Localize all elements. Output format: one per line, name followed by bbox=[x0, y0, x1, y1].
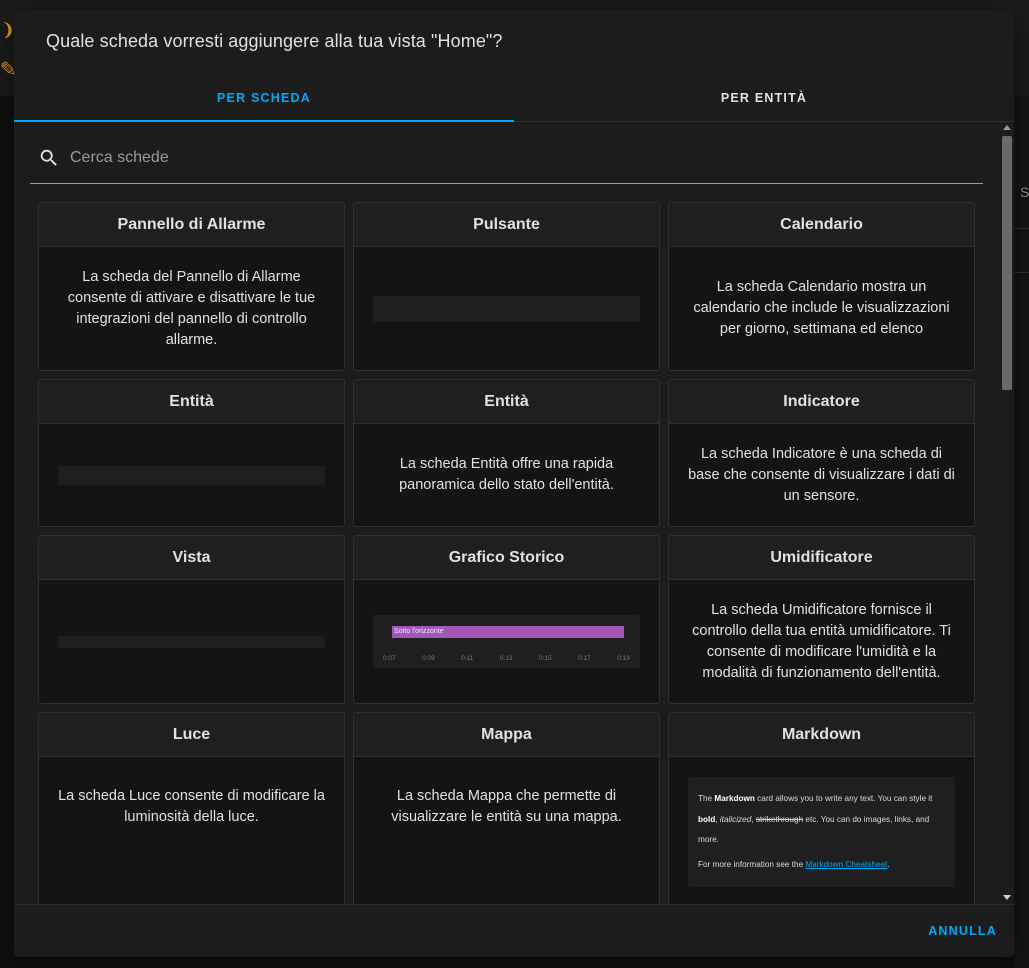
card-glance[interactable]: Vista bbox=[38, 535, 345, 704]
markdown-text: . bbox=[887, 859, 890, 869]
card-history-graph[interactable]: Grafico Storico Sotto l'orizzonte 0:07 0… bbox=[353, 535, 660, 704]
preview-placeholder bbox=[58, 635, 325, 648]
card-title: Entità bbox=[354, 380, 659, 424]
card-description: La scheda Luce consente di modificare la… bbox=[58, 788, 325, 825]
markdown-paragraph: The Markdown card allows you to write an… bbox=[698, 789, 945, 851]
scrollbar[interactable] bbox=[1000, 122, 1014, 904]
markdown-italic: italicized bbox=[719, 814, 752, 824]
card-alarm-panel[interactable]: Pannello di Allarme La scheda del Pannel… bbox=[38, 202, 345, 371]
card-entity[interactable]: Entità bbox=[38, 379, 345, 527]
background-divider bbox=[1014, 228, 1029, 229]
markdown-text: The bbox=[698, 794, 715, 803]
background-panel bbox=[1014, 96, 1029, 968]
cancel-button[interactable]: ANNULLA bbox=[928, 924, 997, 938]
card-title: Umidificatore bbox=[669, 536, 974, 580]
card-title: Indicatore bbox=[669, 380, 974, 424]
axis-tick: 0:09 bbox=[422, 655, 435, 662]
card-button[interactable]: Pulsante bbox=[353, 202, 660, 371]
card-title: Vista bbox=[39, 536, 344, 580]
card-title: Markdown bbox=[669, 713, 974, 757]
card-description: La scheda Mappa che permette di visualiz… bbox=[391, 788, 622, 825]
card-title: Pannello di Allarme bbox=[39, 203, 344, 247]
markdown-text: card allows you to write any text. You c… bbox=[754, 794, 933, 803]
background-divider bbox=[1014, 272, 1029, 273]
card-description: La scheda del Pannello di Allarme consen… bbox=[67, 268, 316, 348]
scroll-up-arrow-icon[interactable] bbox=[1003, 125, 1011, 130]
card-description: La scheda Indicatore è una scheda di bas… bbox=[688, 445, 955, 504]
search-field bbox=[30, 132, 983, 184]
scroll-down-arrow-icon[interactable] bbox=[1003, 895, 1011, 900]
card-title: Entità bbox=[39, 380, 344, 424]
card-light[interactable]: Luce La scheda Luce consente di modifica… bbox=[38, 712, 345, 904]
card-entities[interactable]: Entità La scheda Entità offre una rapida… bbox=[353, 379, 660, 527]
card-markdown[interactable]: Markdown The Markdown card allows you to… bbox=[668, 712, 975, 904]
history-axis: 0:07 0:09 0:11 0:13 0:15 0:17 0:19 bbox=[383, 648, 630, 669]
dialog-title: Quale scheda vorresti aggiungere alla tu… bbox=[46, 31, 503, 51]
tab-by-card[interactable]: PER SCHEDA bbox=[14, 74, 514, 122]
card-preview bbox=[39, 424, 344, 526]
card-title: Pulsante bbox=[354, 203, 659, 247]
markdown-bold: Markdown bbox=[714, 794, 755, 803]
markdown-text: For more information see the bbox=[698, 859, 806, 869]
preview-placeholder bbox=[373, 295, 640, 322]
search-icon bbox=[40, 149, 57, 166]
axis-tick: 0:15 bbox=[539, 655, 552, 662]
search-input[interactable] bbox=[70, 148, 870, 167]
scroll-thumb[interactable] bbox=[1002, 136, 1012, 390]
card-title: Luce bbox=[39, 713, 344, 757]
dialog-content: Pannello di Allarme La scheda del Pannel… bbox=[14, 122, 1014, 904]
preview-placeholder bbox=[58, 465, 325, 485]
axis-tick: 0:13 bbox=[499, 655, 513, 662]
history-graph-preview: Sotto l'orizzonte 0:07 0:09 0:11 0:13 0:… bbox=[373, 615, 640, 668]
axis-tick: 0:11 bbox=[461, 655, 474, 662]
card-preview: The Markdown card allows you to write an… bbox=[669, 757, 974, 904]
card-map[interactable]: Mappa La scheda Mappa che permette di vi… bbox=[353, 712, 660, 904]
card-description: La scheda Entità offre una rapida panora… bbox=[399, 456, 614, 493]
markdown-cheatsheet-link[interactable]: Markdown Cheatsheet bbox=[805, 860, 887, 869]
card-title: Grafico Storico bbox=[354, 536, 659, 580]
history-state-bar: Sotto l'orizzonte bbox=[392, 626, 624, 638]
dialog-footer: ANNULLA bbox=[14, 904, 1014, 957]
card-preview bbox=[39, 580, 344, 703]
pencil-icon: ✎ bbox=[0, 59, 14, 81]
background-logo-fragment: ❩ bbox=[0, 22, 14, 38]
card-description: La scheda Calendario mostra un calendari… bbox=[693, 279, 950, 337]
card-title: Mappa bbox=[354, 713, 659, 757]
axis-tick: 0:07 bbox=[383, 655, 396, 662]
add-card-dialog: Quale scheda vorresti aggiungere alla tu… bbox=[14, 10, 1014, 957]
card-title: Calendario bbox=[669, 203, 974, 247]
tab-bar: PER SCHEDA PER ENTITÀ bbox=[14, 74, 1014, 122]
card-preview: Sotto l'orizzonte 0:07 0:09 0:11 0:13 0:… bbox=[354, 580, 659, 703]
markdown-strike: strikethrough bbox=[755, 814, 804, 824]
card-humidifier[interactable]: Umidificatore La scheda Umidificatore fo… bbox=[668, 535, 975, 704]
axis-tick: 0:17 bbox=[578, 655, 591, 662]
markdown-bold: bold bbox=[698, 814, 716, 824]
card-preview bbox=[354, 247, 659, 370]
card-gauge[interactable]: Indicatore La scheda Indicatore è una sc… bbox=[668, 379, 975, 527]
markdown-preview: The Markdown card allows you to write an… bbox=[688, 777, 955, 887]
tab-by-entity[interactable]: PER ENTITÀ bbox=[514, 74, 1014, 121]
card-calendar[interactable]: Calendario La scheda Calendario mostra u… bbox=[668, 202, 975, 371]
card-description: La scheda Umidificatore fornisce il cont… bbox=[692, 601, 951, 681]
markdown-paragraph: For more information see the Markdown Ch… bbox=[698, 855, 945, 876]
background-text: S bbox=[1020, 184, 1029, 200]
axis-tick: 0:19 bbox=[617, 655, 630, 662]
